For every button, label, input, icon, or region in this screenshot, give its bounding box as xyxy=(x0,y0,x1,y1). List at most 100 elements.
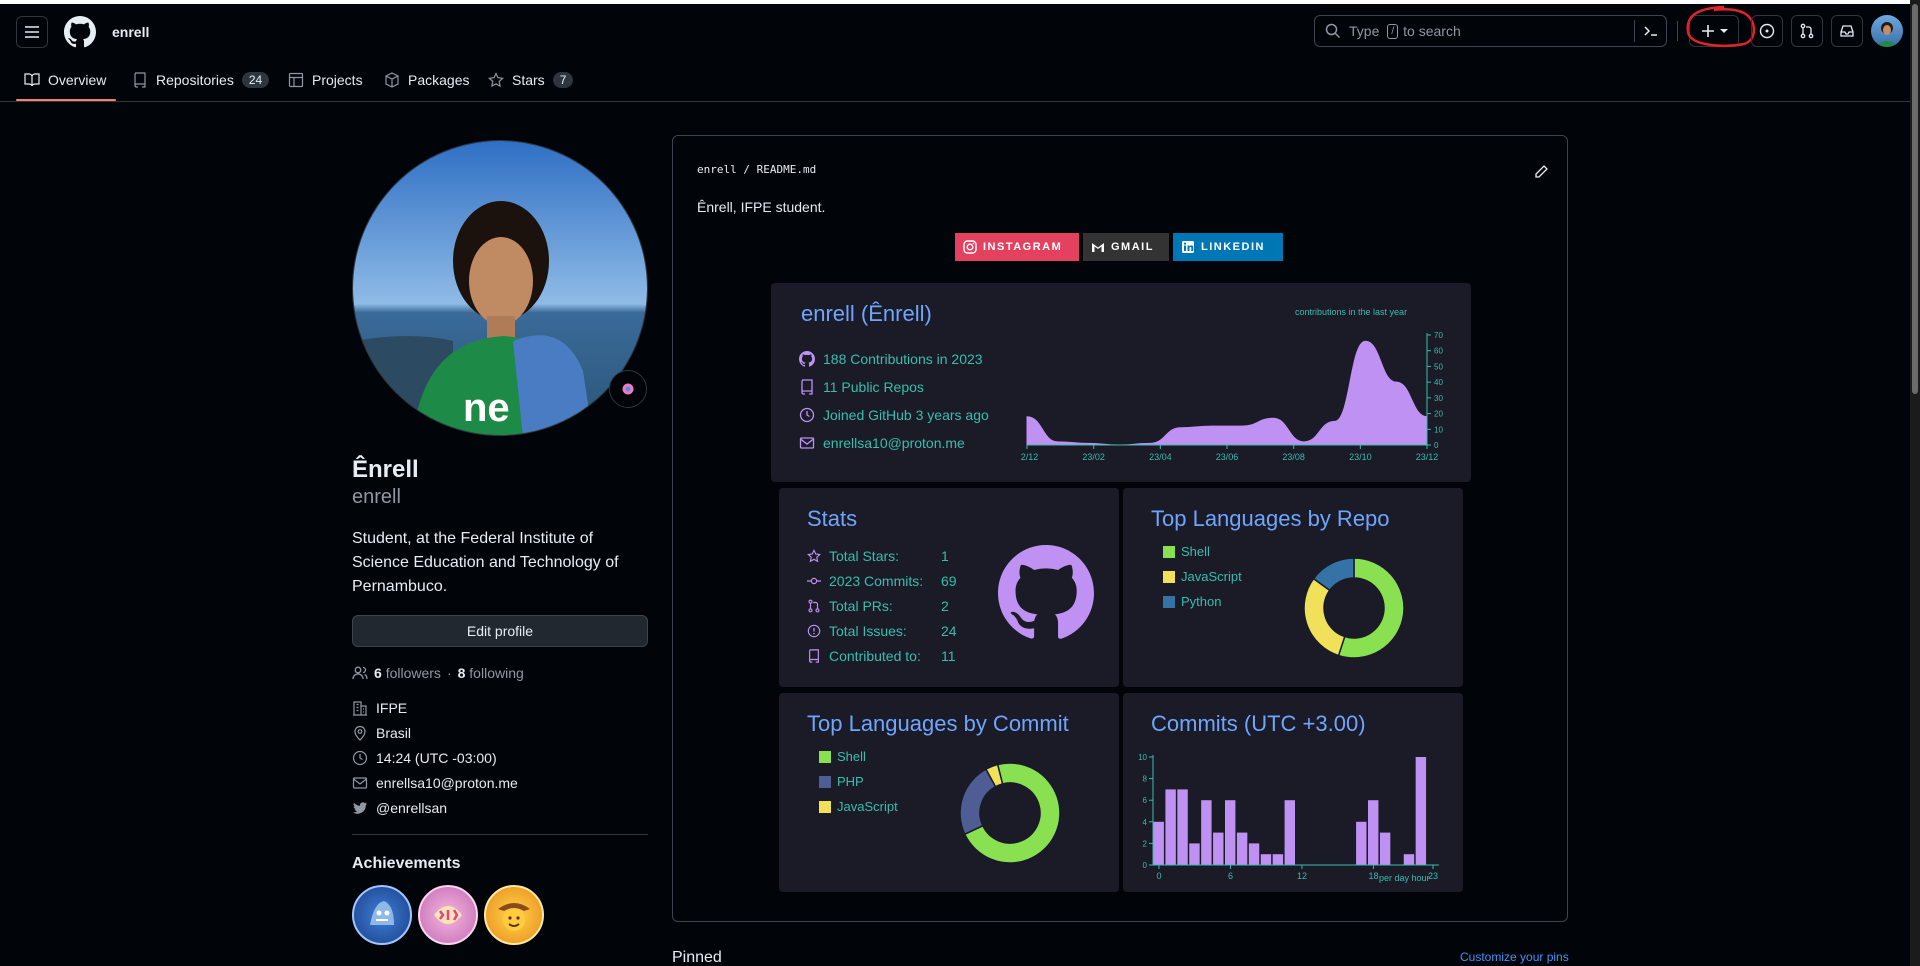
tab-repositories[interactable]: Repositories 24 xyxy=(132,68,270,92)
local-time-label: 14:24 (UTC -03:00) xyxy=(376,749,497,766)
tab-label: Repositories xyxy=(156,72,234,88)
profile-card-repos: 11 Public Repos xyxy=(799,379,924,395)
issues-button[interactable] xyxy=(1751,15,1783,47)
command-palette-button[interactable] xyxy=(1634,20,1666,42)
x-tick-label: 23/02 xyxy=(1082,452,1105,462)
profile-avatar[interactable]: ne xyxy=(352,140,648,436)
y-tick-label: 10 xyxy=(1138,753,1147,762)
header-username[interactable]: enrell xyxy=(112,24,149,40)
tab-projects[interactable]: Projects xyxy=(288,68,363,92)
instagram-icon xyxy=(963,240,977,254)
shark-achievement-badge[interactable] xyxy=(352,885,412,945)
stat-row-issues: Total Issues: 24 xyxy=(807,623,957,639)
legend-swatch xyxy=(819,750,831,763)
gmail-icon xyxy=(1092,243,1104,252)
shark-icon xyxy=(370,901,394,925)
email-item[interactable]: enrellsa10@proton.me xyxy=(352,770,648,795)
legend-swatch xyxy=(819,800,831,813)
inbox-button[interactable] xyxy=(1831,15,1863,47)
achievements-title: Achievements xyxy=(352,855,461,872)
y-tick-label: 8 xyxy=(1143,775,1148,784)
profile-card-contributions: 188 Contributions in 2023 xyxy=(799,351,983,367)
legend-item: Python xyxy=(1163,594,1221,609)
follow-stats: 6 followers · 8 following xyxy=(352,665,648,681)
x-tick-label: 12 xyxy=(1297,871,1307,881)
following-link[interactable]: 8 following xyxy=(458,665,524,681)
legend-item: JavaScript xyxy=(819,799,898,814)
email-label[interactable]: enrellsa10@proton.me xyxy=(376,775,518,791)
readme-description: Ênrell, IFPE student. xyxy=(697,199,826,215)
hour-bar xyxy=(1403,854,1415,865)
scrollbar-thumb[interactable] xyxy=(1912,4,1918,394)
edit-readme-button[interactable] xyxy=(1533,164,1549,185)
following-label: following xyxy=(469,665,524,681)
issue-opened-icon xyxy=(1759,23,1775,39)
gmail-shield[interactable]: GMAIL xyxy=(1083,233,1169,261)
profile-card-email: enrellsa10@proton.me xyxy=(799,435,965,451)
search-input[interactable]: Type / to search xyxy=(1314,15,1667,47)
hour-bar xyxy=(1379,832,1391,865)
commits-hour-card: Commits (UTC +3.00) 0 2 4 6 8 10 0 6 12 18 23 per … xyxy=(1123,693,1463,892)
hour-bar xyxy=(1153,821,1164,865)
customize-pins-link[interactable]: Customize your pins xyxy=(1460,950,1569,964)
menu-button[interactable] xyxy=(16,16,48,48)
mail-icon xyxy=(352,776,368,789)
yolo-achievement-badge[interactable] xyxy=(418,885,478,945)
inbox-icon xyxy=(1840,25,1854,37)
hour-bar xyxy=(1177,789,1188,865)
organization-label: IFPE xyxy=(376,699,408,716)
stat-row-commits: 2023 Commits: 69 xyxy=(807,573,957,589)
followers-count: 6 xyxy=(374,665,382,681)
star-icon xyxy=(488,72,504,88)
y-tick-label: 4 xyxy=(1143,818,1148,827)
repo-icon xyxy=(801,379,813,395)
search-shortcut-key: / xyxy=(1387,23,1399,39)
legend-item: JavaScript xyxy=(1163,569,1242,584)
github-logo-icon[interactable] xyxy=(64,16,97,48)
legend-label: Shell xyxy=(1181,544,1210,559)
stat-label: 2023 Commits: xyxy=(829,573,924,589)
y-tick-label: 2 xyxy=(1143,839,1148,848)
hour-bar xyxy=(1368,800,1379,865)
legend-item: PHP xyxy=(819,774,864,789)
profile-readme: enrell / README.md Ênrell, IFPE student.… xyxy=(672,135,1568,922)
user-avatar-button[interactable] xyxy=(1871,15,1903,47)
twitter-item[interactable]: @enrellsan xyxy=(352,795,648,820)
clock-icon xyxy=(352,750,368,765)
legend-label: JavaScript xyxy=(837,799,898,814)
followers-label: followers xyxy=(385,665,441,681)
cowboy-achievement-badge[interactable] xyxy=(484,885,544,945)
x-tick-label: 0 xyxy=(1156,871,1161,881)
legend-label: Python xyxy=(1181,594,1222,609)
readme-path-user[interactable]: enrell xyxy=(697,163,737,176)
linkedin-shield[interactable]: LINKEDIN xyxy=(1173,233,1283,261)
stat-value: 1 xyxy=(941,548,949,564)
terminal-icon xyxy=(1643,26,1657,36)
tab-packages[interactable]: Packages xyxy=(384,68,469,92)
git-commit-icon xyxy=(807,577,821,585)
joined-text: Joined GitHub 3 years ago xyxy=(823,407,989,423)
search-placeholder-prefix: Type xyxy=(1349,23,1380,39)
status-emoji-button[interactable] xyxy=(609,370,647,408)
shield-label: GMAIL xyxy=(1111,241,1154,253)
local-time-item: 14:24 (UTC -03:00) xyxy=(352,745,648,770)
tab-stars[interactable]: Stars 7 xyxy=(488,68,574,92)
stat-value: 69 xyxy=(941,573,957,589)
git-pull-request-icon xyxy=(808,599,820,613)
stat-label: Total PRs: xyxy=(829,598,893,614)
followers-link[interactable]: 6 followers xyxy=(374,665,441,681)
tab-overview[interactable]: Overview xyxy=(24,68,106,92)
stat-label: Contributed to: xyxy=(829,648,921,664)
pencil-icon xyxy=(1535,165,1548,178)
mail-icon xyxy=(799,437,815,449)
instagram-shield[interactable]: INSTAGRAM xyxy=(955,233,1079,261)
twitter-label[interactable]: @enrellsan xyxy=(376,800,447,816)
repos-text: 11 Public Repos xyxy=(823,379,924,395)
y-tick-label: 10 xyxy=(1434,425,1443,434)
y-tick-label: 30 xyxy=(1434,394,1443,403)
pull-requests-button[interactable] xyxy=(1791,15,1823,47)
readme-path-file: README.md xyxy=(756,163,817,176)
smiley-icon xyxy=(622,383,634,395)
edit-profile-button[interactable]: Edit profile xyxy=(352,615,648,647)
legend-label: Shell xyxy=(837,749,866,764)
